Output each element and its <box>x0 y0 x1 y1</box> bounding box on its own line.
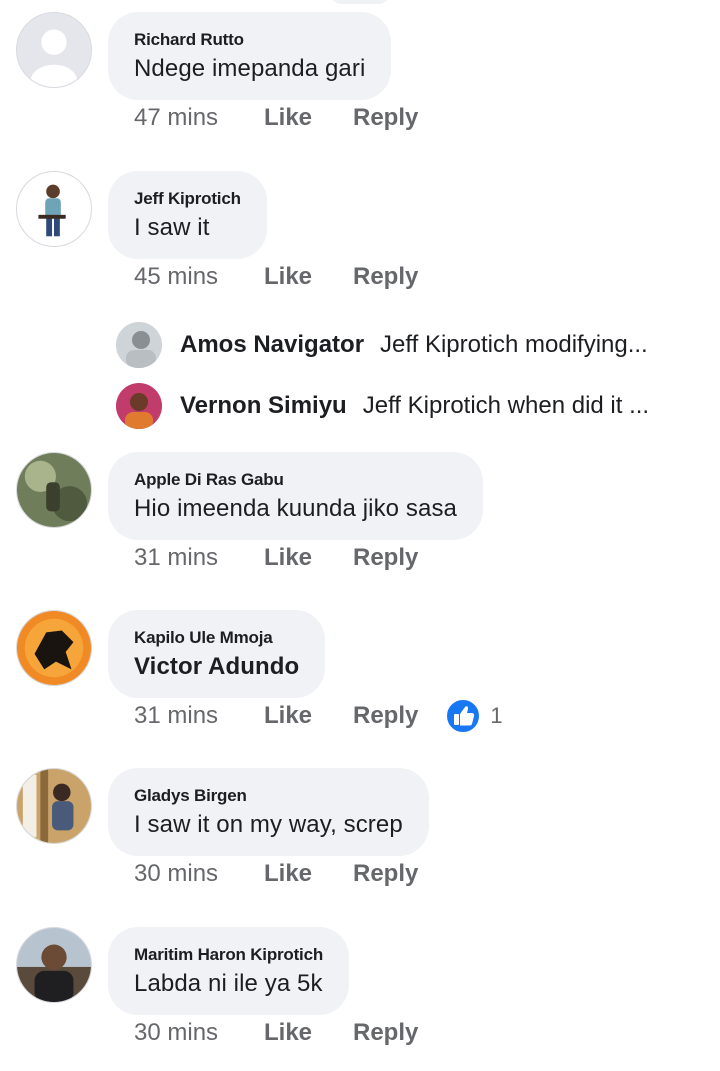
comment-timestamp[interactable]: 30 mins <box>134 1019 264 1047</box>
comment-feed: Richard Rutto Ndege imepanda gari 47 min… <box>0 0 720 1071</box>
reply-preview[interactable]: Amos Navigator Jeff Kiprotich modifying.… <box>116 322 706 368</box>
like-button[interactable]: Like <box>264 544 353 572</box>
comment-author[interactable]: Maritim Haron Kiprotich <box>134 945 323 965</box>
comment-item: Kapilo Ule Mmoja Victor Adundo 31 mins L… <box>0 598 720 748</box>
comment-item: Richard Rutto Ndege imepanda gari 47 min… <box>0 0 720 150</box>
reply-preview[interactable]: Vernon Simiyu Jeff Kiprotich when did it… <box>116 383 706 429</box>
comment-actions: 31 mins Like Reply 1 <box>134 697 503 735</box>
comment-actions: 45 mins Like Reply <box>134 260 418 294</box>
comment-author[interactable]: Gladys Birgen <box>134 786 403 806</box>
comment-timestamp[interactable]: 47 mins <box>134 104 264 132</box>
user-photo-avatar[interactable] <box>16 768 92 844</box>
comment-timestamp[interactable]: 31 mins <box>134 544 264 572</box>
comment-text: Labda ni ile ya 5k <box>134 970 323 997</box>
reaction-count: 1 <box>490 703 503 728</box>
like-button[interactable]: Like <box>264 104 353 132</box>
user-photo-avatar[interactable] <box>16 610 92 686</box>
reply-button[interactable]: Reply <box>353 1019 418 1047</box>
reply-author[interactable]: Amos Navigator <box>180 331 364 359</box>
reply-user-avatar[interactable] <box>116 383 162 429</box>
like-button[interactable]: Like <box>264 860 353 888</box>
comment-actions: 31 mins Like Reply <box>134 541 418 575</box>
comment-bubble: Apple Di Ras Gabu Hio imeenda kuunda jik… <box>108 452 483 540</box>
comment-text: I saw it <box>134 214 210 241</box>
comment-item: Jeff Kiprotich I saw it 45 mins Like Rep… <box>0 159 720 309</box>
thumbs-up-icon <box>444 697 482 735</box>
user-photo-avatar[interactable] <box>16 452 92 528</box>
reaction-summary[interactable]: 1 <box>444 697 503 735</box>
comment-bubble: Jeff Kiprotich I saw it <box>108 171 267 259</box>
reply-snippet: Jeff Kiprotich when did it ... <box>362 392 650 419</box>
reply-button[interactable]: Reply <box>353 702 418 730</box>
reply-user-avatar[interactable] <box>116 322 162 368</box>
comment-bubble: Richard Rutto Ndege imepanda gari <box>108 12 392 100</box>
reply-button[interactable]: Reply <box>353 860 418 888</box>
like-button[interactable]: Like <box>264 702 353 730</box>
like-button[interactable]: Like <box>264 1019 353 1047</box>
comment-timestamp[interactable]: 31 mins <box>134 702 264 730</box>
user-photo-avatar[interactable] <box>16 927 92 1003</box>
reply-button[interactable]: Reply <box>353 263 418 291</box>
comment-actions: 47 mins Like Reply <box>134 101 418 135</box>
like-button[interactable]: Like <box>264 263 353 291</box>
comment-actions: 30 mins Like Reply <box>134 1016 418 1050</box>
reply-button[interactable]: Reply <box>353 544 418 572</box>
comment-item: Maritim Haron Kiprotich Labda ni ile ya … <box>0 915 720 1065</box>
comment-bubble: Kapilo Ule Mmoja Victor Adundo <box>108 610 326 698</box>
comment-text: Ndege imepanda gari <box>134 55 366 82</box>
comment-item: Apple Di Ras Gabu Hio imeenda kuunda jik… <box>0 440 720 590</box>
comment-author[interactable]: Apple Di Ras Gabu <box>134 470 457 490</box>
user-photo-avatar[interactable] <box>16 171 92 247</box>
comment-timestamp[interactable]: 30 mins <box>134 860 264 888</box>
mentioned-user-tag[interactable]: Victor Adundo <box>134 653 299 681</box>
comment-actions: 30 mins Like Reply <box>134 857 418 891</box>
comment-timestamp[interactable]: 45 mins <box>134 263 264 291</box>
comment-author[interactable]: Jeff Kiprotich <box>134 189 241 209</box>
comment-bubble: Gladys Birgen I saw it on my way, screp <box>108 768 429 856</box>
comment-author[interactable]: Kapilo Ule Mmoja <box>134 628 299 648</box>
default-avatar-icon[interactable] <box>16 12 92 88</box>
comment-author[interactable]: Richard Rutto <box>134 30 365 50</box>
reply-snippet: Jeff Kiprotich modifying... <box>380 331 648 358</box>
comment-text: Hio imeenda kuunda jiko sasa <box>134 495 457 522</box>
comment-item: Gladys Birgen I saw it on my way, screp … <box>0 756 720 906</box>
reply-author[interactable]: Vernon Simiyu <box>180 392 347 420</box>
comment-bubble: Maritim Haron Kiprotich Labda ni ile ya … <box>108 927 350 1015</box>
reply-button[interactable]: Reply <box>353 104 418 132</box>
comment-text: I saw it on my way, screp <box>134 811 403 838</box>
